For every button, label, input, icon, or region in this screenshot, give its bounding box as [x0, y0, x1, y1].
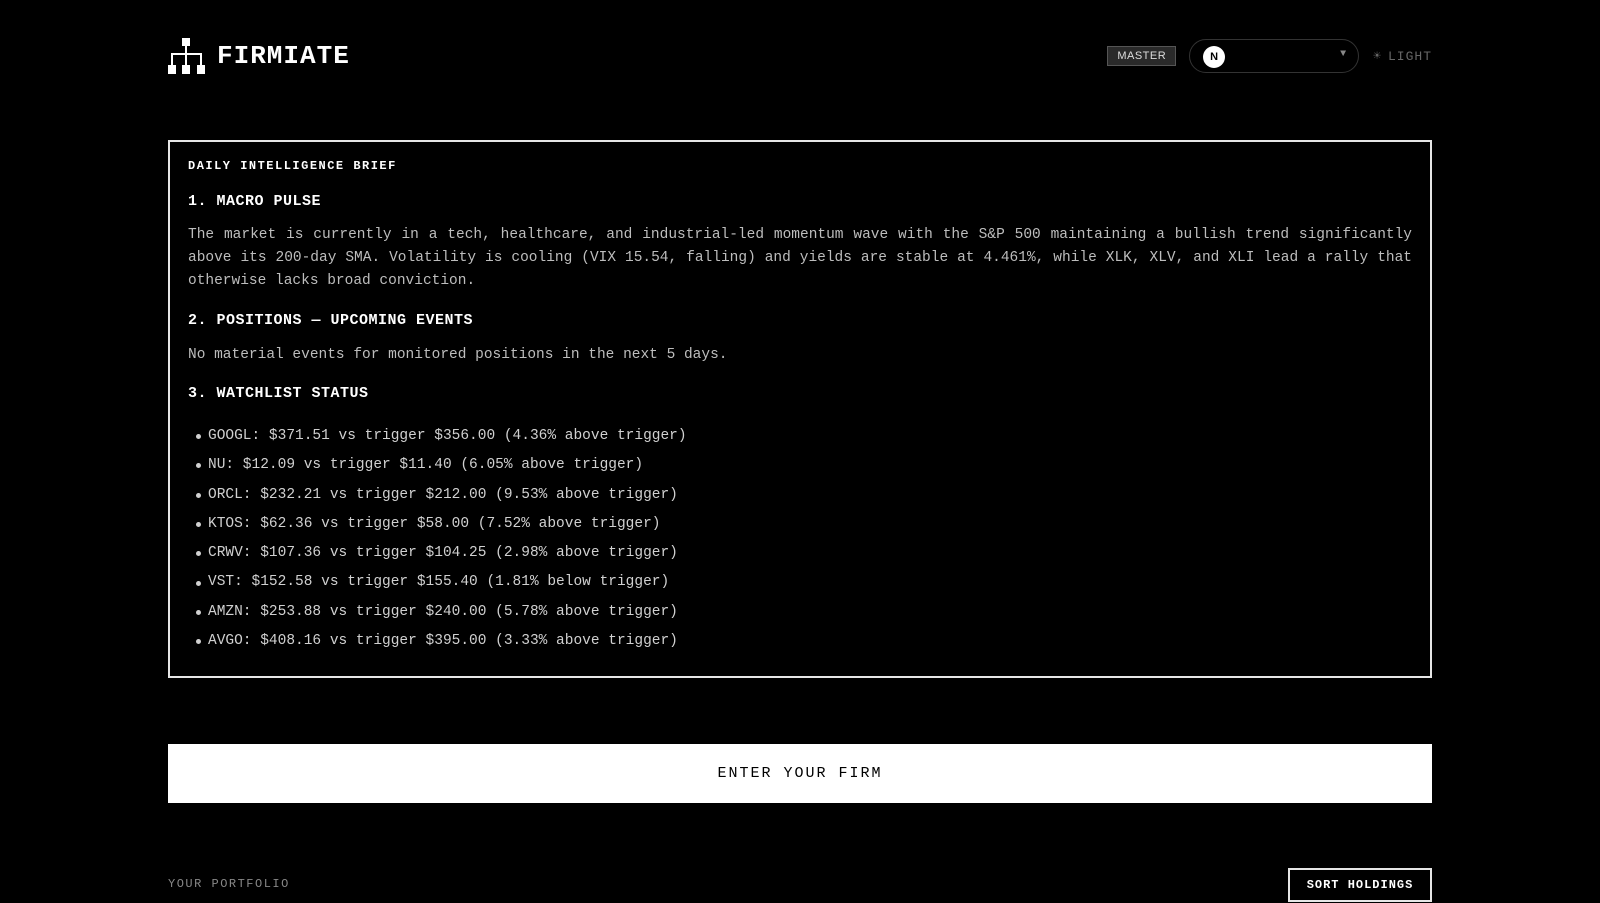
bullet-icon — [196, 609, 201, 615]
bullet-icon — [196, 492, 201, 498]
sort-holdings-button[interactable]: SORT HOLDINGS — [1288, 868, 1432, 902]
role-badge: MASTER — [1107, 46, 1177, 66]
bullet-icon — [196, 551, 201, 557]
portfolio-heading: YOUR PORTFOLIO — [168, 877, 290, 891]
sun-icon: ☀ — [1373, 48, 1382, 64]
list-item: VST: $152.58 vs trigger $155.40 (1.81% b… — [196, 568, 687, 597]
app-page: FIRMIATE MASTER N ▼ ☀ LIGHT DAILY INTELL… — [0, 0, 1600, 903]
enter-firm-button[interactable]: ENTER YOUR FIRM — [168, 744, 1432, 803]
avatar: N — [1203, 46, 1226, 68]
header-controls: MASTER N ▼ ☀ LIGHT — [1107, 38, 1432, 74]
bullet-icon — [196, 463, 201, 469]
user-selector[interactable]: N ▼ — [1189, 39, 1360, 73]
list-item: KTOS: $62.36 vs trigger $58.00 (7.52% ab… — [196, 510, 687, 539]
watchlist-entry: VST: $152.58 vs trigger $155.40 (1.81% b… — [208, 574, 670, 591]
positions-text: No material events for monitored positio… — [188, 347, 728, 363]
chevron-down-icon: ▼ — [1340, 49, 1347, 60]
list-item: GOOGL: $371.51 vs trigger $356.00 (4.36%… — [196, 422, 687, 451]
watchlist-entry: CRWV: $107.36 vs trigger $104.25 (2.98% … — [208, 545, 678, 562]
theme-toggle-button[interactable]: ☀ LIGHT — [1373, 49, 1432, 64]
list-item: CRWV: $107.36 vs trigger $104.25 (2.98% … — [196, 539, 687, 568]
watchlist-entry: NU: $12.09 vs trigger $11.40 (6.05% abov… — [208, 457, 644, 474]
bullet-icon — [196, 639, 201, 645]
list-item: ORCL: $232.21 vs trigger $212.00 (9.53% … — [196, 481, 687, 510]
org-chart-icon — [168, 38, 205, 74]
watchlist-entry: GOOGL: $371.51 vs trigger $356.00 (4.36%… — [208, 428, 687, 444]
macro-pulse-text: The market is currently in a tech, healt… — [188, 227, 1412, 289]
list-item: AMZN: $253.88 vs trigger $240.00 (5.78% … — [196, 598, 687, 627]
watchlist-entry: ORCL: $232.21 vs trigger $212.00 (9.53% … — [208, 486, 678, 503]
bullet-icon — [196, 522, 201, 528]
daily-brief-card: DAILY INTELLIGENCE BRIEF 1. MACRO PULSE … — [168, 140, 1432, 678]
watchlist: GOOGL: $371.51 vs trigger $356.00 (4.36%… — [196, 422, 687, 656]
brand-logo[interactable]: FIRMIATE — [168, 38, 350, 74]
list-item: NU: $12.09 vs trigger $11.40 (6.05% abov… — [196, 451, 687, 480]
top-header: FIRMIATE MASTER N ▼ ☀ LIGHT — [168, 36, 1432, 76]
watchlist-entry: KTOS: $62.36 vs trigger $58.00 (7.52% ab… — [208, 515, 661, 532]
section-heading-macro: 1. MACRO PULSE — [188, 193, 322, 210]
watchlist-entry: AMZN: $253.88 vs trigger $240.00 (5.78% … — [208, 603, 678, 620]
app-name: FIRMIATE — [217, 41, 350, 71]
bullet-icon — [196, 434, 201, 440]
list-item: AVGO: $408.16 vs trigger $395.00 (3.33% … — [196, 627, 687, 656]
brief-label: DAILY INTELLIGENCE BRIEF — [188, 159, 397, 173]
theme-toggle-label: LIGHT — [1387, 48, 1432, 64]
section-heading-positions: 2. POSITIONS — UPCOMING EVENTS — [188, 312, 474, 329]
bullet-icon — [196, 580, 201, 586]
watchlist-entry: AVGO: $408.16 vs trigger $395.00 (3.33% … — [208, 633, 678, 650]
section-heading-watchlist: 3. WATCHLIST STATUS — [188, 385, 369, 402]
